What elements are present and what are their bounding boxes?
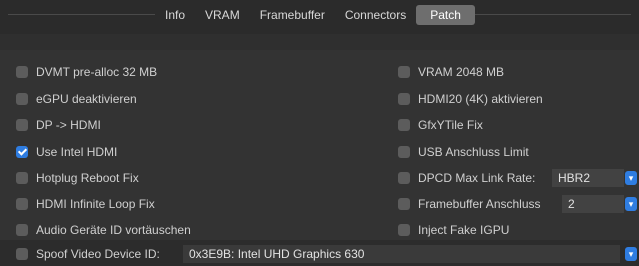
option-framebuffer-anschluss[interactable]: Framebuffer Anschluss: [398, 195, 541, 213]
option-audio-geraete-id[interactable]: Audio Geräte ID vortäuschen: [16, 221, 191, 239]
option-dpcd-max-link-rate[interactable]: DPCD Max Link Rate:: [398, 169, 535, 187]
option-label: DP -> HDMI: [36, 118, 101, 132]
checkbox[interactable]: [398, 172, 410, 184]
option-dp-to-hdmi[interactable]: DP -> HDMI: [16, 116, 101, 134]
option-vram-2048[interactable]: VRAM 2048 MB: [398, 63, 504, 81]
framebuffer-anschluss-select[interactable]: 2: [562, 195, 624, 213]
checkbox-checked[interactable]: [16, 146, 28, 158]
dpcd-link-rate-select[interactable]: HBR2: [552, 169, 624, 187]
checkbox[interactable]: [16, 66, 28, 78]
select-value: 2: [568, 197, 575, 211]
tab-connectors[interactable]: Connectors: [335, 5, 416, 25]
checkbox[interactable]: [398, 119, 410, 131]
tab-info[interactable]: Info: [155, 5, 195, 25]
option-use-intel-hdmi[interactable]: Use Intel HDMI: [16, 143, 117, 161]
option-gfxytile-fix[interactable]: GfxYTile Fix: [398, 116, 483, 134]
option-inject-fake-igpu[interactable]: Inject Fake IGPU: [398, 221, 509, 239]
tab-bar: Info VRAM Framebuffer Connectors Patch: [0, 0, 639, 34]
option-label: Use Intel HDMI: [36, 145, 118, 159]
option-dvmt-prealloc[interactable]: DVMT pre-alloc 32 MB: [16, 63, 157, 81]
checkbox[interactable]: [16, 224, 28, 236]
option-label: Hotplug Reboot Fix: [36, 171, 139, 185]
option-hdmi-infinite-loop-fix[interactable]: HDMI Infinite Loop Fix: [16, 195, 155, 213]
chevron-down-icon[interactable]: ▾: [625, 197, 637, 211]
chevron-down-icon[interactable]: ▾: [625, 247, 637, 261]
checkbox[interactable]: [16, 119, 28, 131]
tab-patch[interactable]: Patch: [416, 5, 475, 25]
option-label: USB Anschluss Limit: [418, 145, 529, 159]
checkbox[interactable]: [398, 224, 410, 236]
option-label: DVMT pre-alloc 32 MB: [36, 65, 158, 79]
checkbox[interactable]: [16, 198, 28, 210]
checkbox[interactable]: [398, 93, 410, 105]
checkbox[interactable]: [16, 93, 28, 105]
option-usb-anschluss-limit[interactable]: USB Anschluss Limit: [398, 143, 529, 161]
spoof-device-id-select[interactable]: 0x3E9B: Intel UHD Graphics 630: [183, 245, 620, 263]
option-label: HDMI20 (4K) aktivieren: [418, 92, 543, 106]
tab-vram[interactable]: VRAM: [195, 5, 250, 25]
checkbox[interactable]: [16, 248, 28, 260]
option-label: Spoof Video Device ID:: [36, 247, 160, 261]
checkbox[interactable]: [398, 198, 410, 210]
select-value: HBR2: [558, 171, 591, 185]
select-value: 0x3E9B: Intel UHD Graphics 630: [189, 247, 365, 261]
option-label: Audio Geräte ID vortäuschen: [36, 223, 191, 237]
option-label: HDMI Infinite Loop Fix: [36, 197, 155, 211]
checkbox[interactable]: [16, 172, 28, 184]
tab-framebuffer[interactable]: Framebuffer: [250, 5, 335, 25]
option-egpu-deaktivieren[interactable]: eGPU deaktivieren: [16, 90, 137, 108]
option-label: DPCD Max Link Rate:: [418, 171, 536, 185]
checkbox[interactable]: [398, 146, 410, 158]
option-label: eGPU deaktivieren: [36, 92, 137, 106]
option-label: VRAM 2048 MB: [418, 65, 505, 79]
chevron-down-icon[interactable]: ▾: [625, 171, 637, 185]
tabs: Info VRAM Framebuffer Connectors Patch: [155, 5, 475, 25]
checkbox[interactable]: [398, 66, 410, 78]
option-spoof-video-device-id[interactable]: Spoof Video Device ID:: [16, 245, 160, 263]
option-hotplug-reboot-fix[interactable]: Hotplug Reboot Fix: [16, 169, 139, 187]
panel-header-strip: [0, 34, 639, 50]
option-label: GfxYTile Fix: [418, 118, 483, 132]
option-label: Framebuffer Anschluss: [418, 197, 541, 211]
option-hdmi20-4k[interactable]: HDMI20 (4K) aktivieren: [398, 90, 543, 108]
option-label: Inject Fake IGPU: [418, 223, 510, 237]
